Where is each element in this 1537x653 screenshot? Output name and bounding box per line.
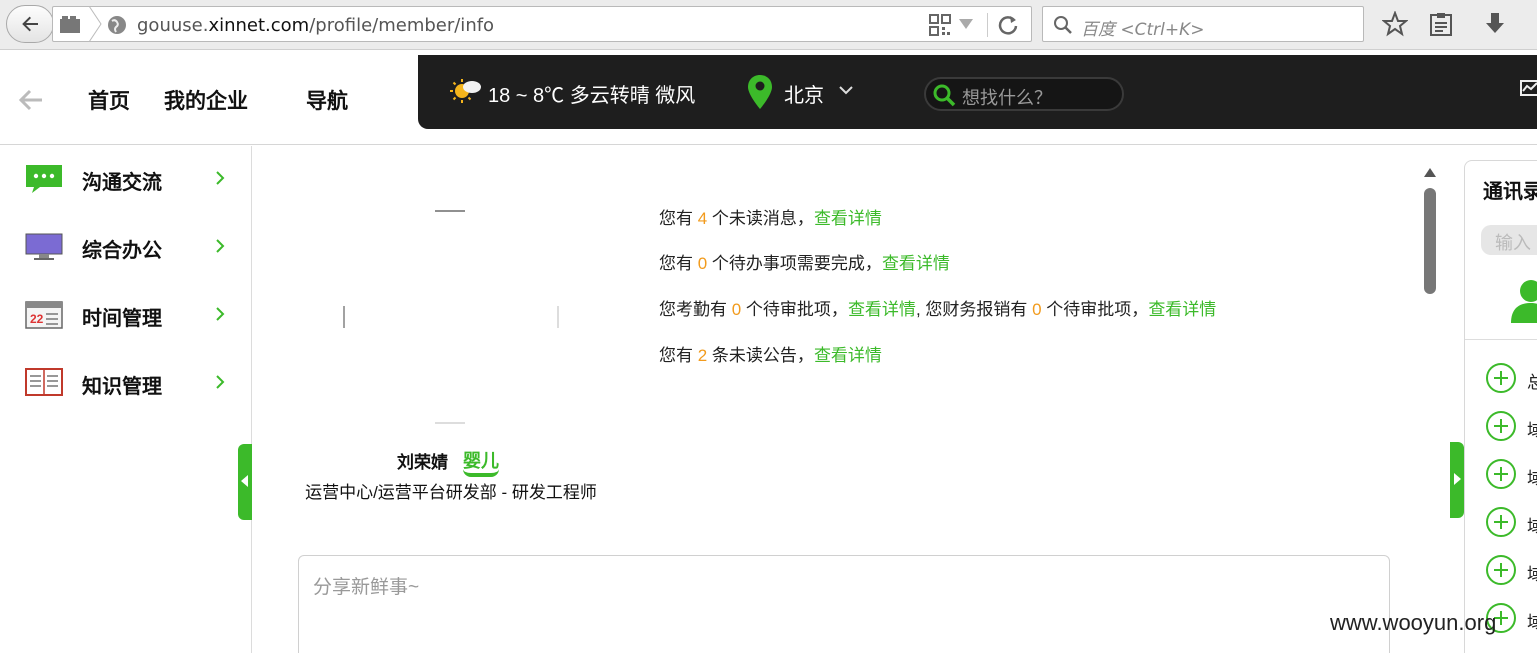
search-icon [1054, 16, 1072, 34]
calendar-icon: 22 [25, 301, 63, 329]
header-dark-band: 18 ~ 8℃ 多云转晴 微风 北京 想找什么？ [418, 55, 1537, 129]
dropdown-triangle-icon[interactable] [959, 19, 973, 29]
weather-sun-cloud-icon [450, 79, 481, 103]
weather-text: 18 ~ 8℃ 多云转晴 微风 [488, 85, 696, 107]
notice-approvals: 您考勤有 0 个待审批项，查看详情, 您财务报销有 0 个待审批项，查看详情 [659, 300, 1217, 319]
contacts-title: 通讯录 [1483, 181, 1537, 203]
main-content: 刘荣婧 婴儿 运营中心/运营平台研发部 - 研发工程师 您有 4 个未读消息，查… [253, 146, 1413, 653]
notice-unread-messages: 您有 4 个未读消息，查看详情 [659, 209, 882, 228]
share-placeholder: 分享新鲜事~ [313, 577, 420, 598]
sidebar-item-label: 知识管理 [82, 376, 162, 398]
view-details-link[interactable]: 查看详情 [848, 300, 916, 319]
avatar[interactable] [343, 210, 559, 424]
contacts-group[interactable]: 域 [1485, 506, 1537, 540]
sidebar-collapse-tab[interactable] [238, 444, 252, 520]
nav-my-enterprise[interactable]: 我的企业 [164, 85, 248, 115]
plus-circle-icon[interactable] [1485, 458, 1517, 490]
view-details-link[interactable]: 查看详情 [1148, 300, 1216, 319]
monitor-icon [25, 233, 63, 260]
sidebar-item-office[interactable]: 综合办公 [0, 216, 250, 276]
view-details-link[interactable]: 查看详情 [882, 254, 950, 273]
address-bar[interactable]: gouuse.xinnet.com/profile/member/info [52, 6, 1032, 42]
contacts-group[interactable]: 域 [1485, 410, 1537, 444]
scroll-up-arrow-icon[interactable] [1424, 168, 1436, 177]
browser-search-placeholder: 百度 <Ctrl+K> [1081, 20, 1205, 40]
user-nickname[interactable]: 婴儿 [463, 447, 499, 477]
reload-icon[interactable] [997, 14, 1019, 36]
view-details-link[interactable]: 查看详情 [814, 346, 882, 365]
notice-announcements: 您有 2 条未读公告，查看详情 [659, 346, 882, 365]
browser-back-button[interactable] [6, 5, 54, 43]
contacts-search-input[interactable]: 输入 [1481, 225, 1537, 255]
arrow-left-icon [22, 16, 38, 32]
chevron-right-icon [216, 307, 225, 321]
chevron-right-icon [216, 171, 225, 185]
location-pin-icon [748, 75, 772, 109]
user-name: 刘荣婧 [397, 453, 448, 472]
site-header: 首页 我的企业 导航 18 ~ 8℃ 多云转晴 微风 北京 想找什么？ [0, 55, 1537, 145]
plus-circle-icon[interactable] [1485, 410, 1517, 442]
chart-icon[interactable] [1518, 77, 1537, 107]
sidebar-item-communication[interactable]: 沟通交流 [0, 148, 250, 208]
watermark: www.wooyun.org [1330, 610, 1497, 635]
view-details-link[interactable]: 查看详情 [814, 209, 882, 228]
sidebar: 沟通交流 综合办公 22 时间管理 知识管理 [0, 146, 252, 653]
tabs-icon[interactable] [59, 15, 81, 35]
star-icon[interactable] [1382, 11, 1408, 37]
notice-todo-items: 您有 0 个待办事项需要完成，查看详情 [659, 254, 950, 273]
share-input[interactable]: 分享新鲜事~ [298, 555, 1390, 653]
plus-circle-icon[interactable] [1485, 554, 1517, 586]
chevron-right-icon [216, 375, 225, 389]
user-silhouette-icon [1511, 280, 1537, 323]
book-icon [25, 368, 63, 396]
sidebar-item-knowledge[interactable]: 知识管理 [0, 352, 250, 412]
download-icon[interactable] [1482, 11, 1508, 37]
site-search-placeholder: 想找什么？ [962, 88, 1052, 108]
site-search-input[interactable]: 想找什么？ [924, 77, 1124, 111]
browser-toolbar: gouuse.xinnet.com/profile/member/info 百度… [0, 0, 1537, 50]
separator-chevron-icon [88, 6, 102, 42]
contacts-group[interactable]: 域 [1485, 458, 1537, 492]
search-icon [933, 84, 956, 107]
contacts-group[interactable]: 总 [1485, 362, 1537, 396]
sidebar-item-time[interactable]: 22 时间管理 [0, 284, 250, 344]
chevron-down-icon[interactable] [838, 85, 854, 95]
browser-search-box[interactable]: 百度 <Ctrl+K> [1042, 6, 1364, 42]
plus-circle-icon[interactable] [1485, 362, 1517, 394]
city-selector[interactable]: 北京 [784, 79, 824, 108]
qr-code-icon[interactable] [929, 14, 951, 36]
globe-icon [108, 16, 126, 34]
scroll-thumb[interactable] [1424, 188, 1436, 294]
contacts-panel: 通讯录 输入 总 域 域 域 域 域 [1464, 160, 1537, 653]
chat-icon [26, 165, 62, 193]
url-text: gouuse.xinnet.com/profile/member/info [137, 15, 495, 36]
nav-navigation[interactable]: 导航 [306, 85, 348, 115]
plus-circle-icon[interactable] [1485, 506, 1517, 538]
sidebar-item-label: 时间管理 [82, 308, 162, 330]
contacts-group[interactable]: 域 [1485, 554, 1537, 588]
clipboard-icon[interactable] [1428, 11, 1454, 37]
sidebar-item-label: 综合办公 [82, 240, 162, 262]
scrollbar[interactable] [1419, 160, 1441, 653]
back-arrow-icon[interactable] [16, 85, 46, 115]
nav-home[interactable]: 首页 [88, 85, 130, 115]
sidebar-item-label: 沟通交流 [82, 172, 162, 194]
svg-text:22: 22 [30, 312, 44, 326]
user-department: 运营中心/运营平台研发部 - 研发工程师 [305, 483, 597, 502]
right-panel-toggle-tab[interactable] [1450, 442, 1464, 518]
chevron-right-icon [216, 239, 225, 253]
